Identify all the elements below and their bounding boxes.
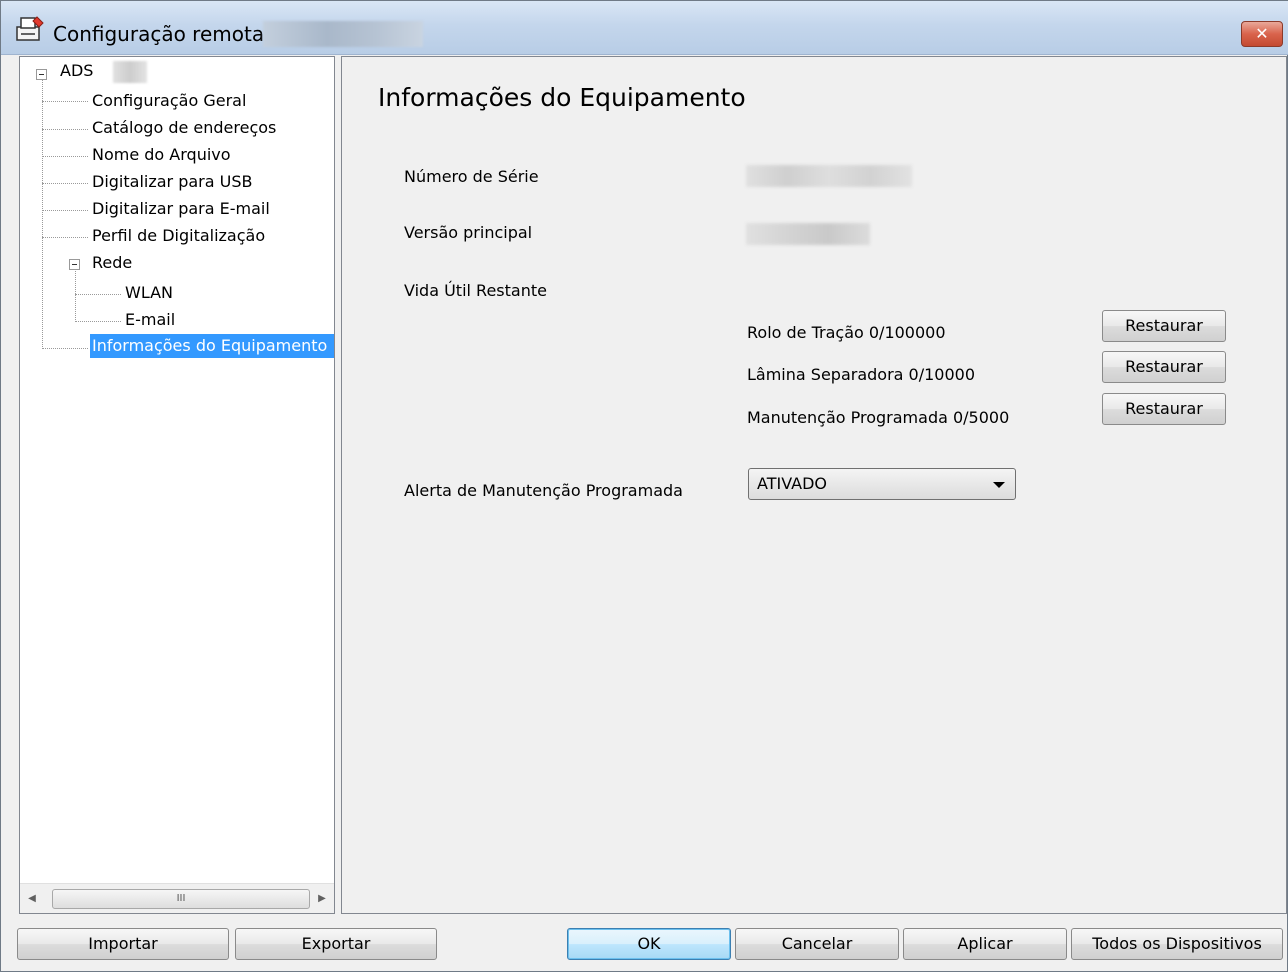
tree-item-email[interactable]: E-mail [123,308,177,332]
main-version-label: Versão principal [404,223,533,242]
tree-root-ads[interactable]: ADS [58,59,95,83]
remote-setup-app-icon [16,16,44,41]
scroll-thumb[interactable]: III [52,889,310,909]
device-name-redacted [263,21,423,47]
separation-pad-counter: Lâmina Separadora 0/10000 [747,365,976,384]
tree-item-digitalizar-email[interactable]: Digitalizar para E-mail [90,197,272,221]
scroll-left-icon[interactable]: ◀ [24,890,40,908]
remaining-life-label: Vida Útil Restante [404,281,547,300]
collapse-rede-icon[interactable] [69,259,80,270]
tree-line [42,101,88,102]
tree-line [75,321,121,322]
reset-pick-roller-button[interactable]: Restaurar [1102,310,1226,342]
tree-line [42,183,88,184]
export-button[interactable]: Exportar [235,928,437,960]
scroll-right-icon[interactable]: ▶ [314,890,330,908]
tree-item-rede[interactable]: Rede [90,251,134,275]
settings-tree: ADS Configuração Geral Catálogo de ender… [19,56,335,914]
collapse-root-icon[interactable] [36,69,47,80]
tree-item-configuracao-geral[interactable]: Configuração Geral [90,89,248,113]
apply-button[interactable]: Aplicar [903,928,1067,960]
reset-scheduled-maintenance-button[interactable]: Restaurar [1102,393,1226,425]
tree-line [42,129,88,130]
tree-horizontal-scrollbar[interactable]: ◀ III ▶ [20,883,334,913]
serial-number-value-redacted [746,165,912,187]
maintenance-alert-value: ATIVADO [757,474,827,493]
chevron-down-icon [993,482,1005,488]
tree-line [42,156,88,157]
tree-item-nome-arquivo[interactable]: Nome do Arquivo [90,143,233,167]
reset-separation-pad-button[interactable]: Restaurar [1102,351,1226,383]
ok-button[interactable]: OK [567,928,731,960]
tree-line [42,237,88,238]
remote-setup-window: Configuração remota - ✕ ADS Configuração… [0,0,1288,972]
cancel-button[interactable]: Cancelar [735,928,899,960]
scheduled-maintenance-counter: Manutenção Programada 0/5000 [747,408,1010,427]
tree-line [75,294,121,295]
tree-line [75,269,76,322]
all-devices-button[interactable]: Todos os Dispositivos [1071,928,1283,960]
import-button[interactable]: Importar [17,928,229,960]
tree-line [42,348,88,349]
maintenance-alert-label: Alerta de Manutenção Programada [404,481,683,500]
maintenance-alert-select[interactable]: ATIVADO [748,468,1016,500]
tree-item-informacoes-equipamento[interactable]: Informações do Equipamento [90,334,334,358]
page-title: Informações do Equipamento [378,83,746,112]
window-title: Configuração remota - [53,22,278,46]
tree-item-digitalizar-usb[interactable]: Digitalizar para USB [90,170,254,194]
tree-line [42,79,43,349]
tree-line [42,210,88,211]
tree-item-wlan[interactable]: WLAN [123,281,175,305]
main-version-value-redacted [746,223,870,245]
pick-roller-counter: Rolo de Tração 0/100000 [747,323,946,342]
close-button[interactable]: ✕ [1241,21,1283,47]
tree-item-perfil-digitalizacao[interactable]: Perfil de Digitalização [90,224,267,248]
model-name-redacted [113,61,147,83]
device-info-panel: Informações do Equipamento Número de Sér… [341,56,1287,914]
title-bar: Configuração remota - ✕ [1,1,1288,55]
tree-item-catalogo-enderecos[interactable]: Catálogo de endereços [90,116,278,140]
serial-number-label: Número de Série [404,167,539,186]
